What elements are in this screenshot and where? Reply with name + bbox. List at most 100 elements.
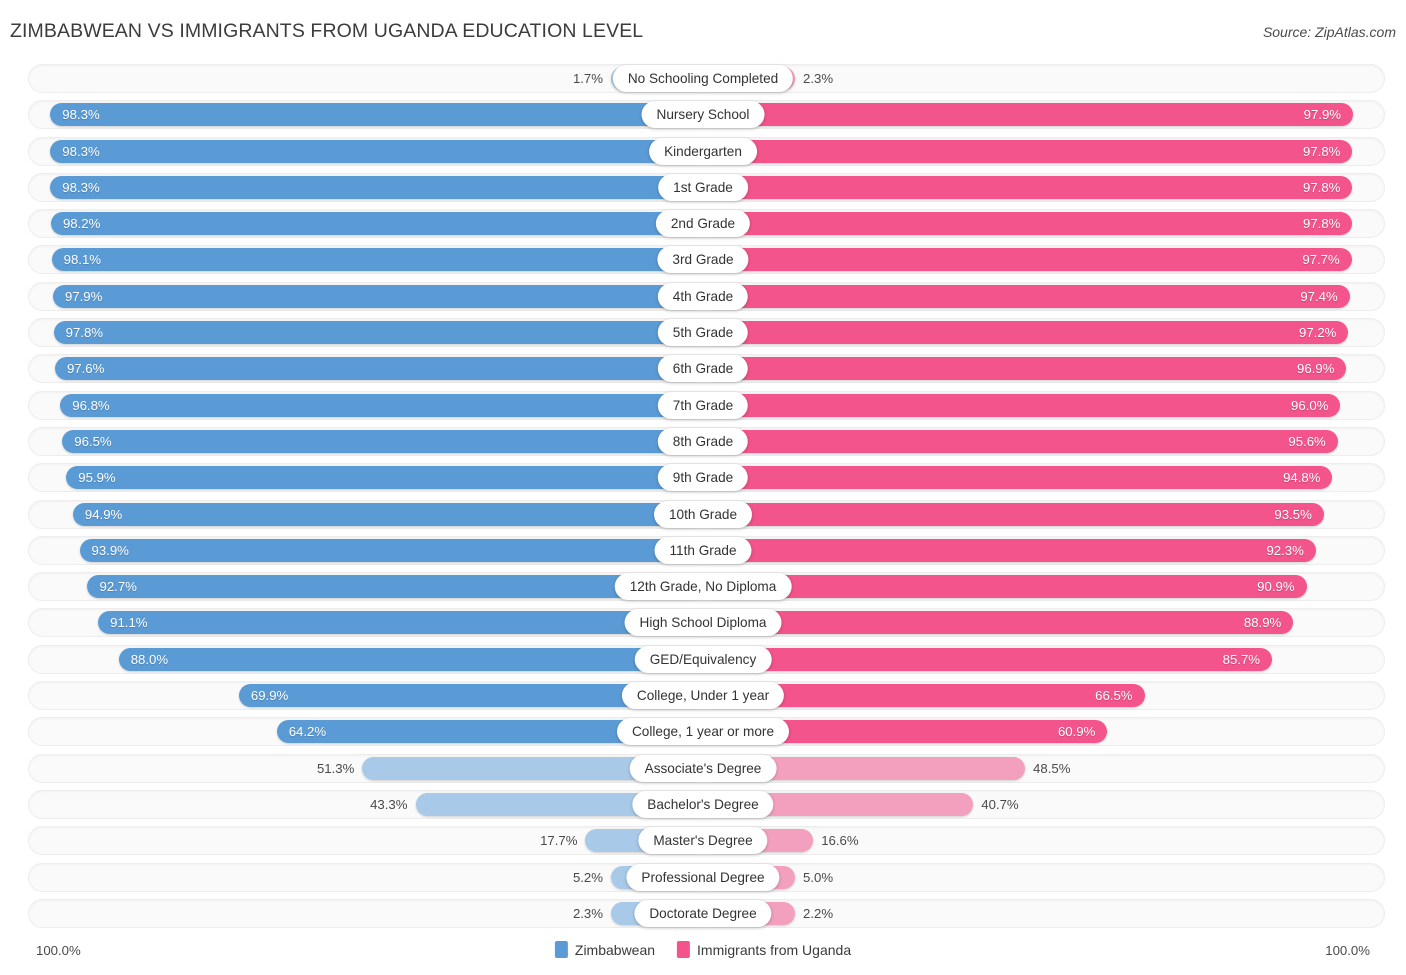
category-label: Doctorate Degree [634,899,772,927]
bar-value-right: 2.2% [803,905,834,921]
category-label: Kindergarten [649,137,757,165]
category-label: 11th Grade [654,536,752,564]
bar-zimbabwean: 97.6% [54,357,703,381]
bar-value-left: 1.7% [572,71,603,86]
bar-value-right: 92.3% [1266,542,1304,558]
bar-value-left: 93.9% [91,542,129,558]
chart-row: 1.7% 2.3% No Schooling Completed [0,62,1406,95]
bar-value-left: 94.9% [84,506,123,522]
bar-value-left: 97.9% [64,288,103,304]
chart-row: 98.3% 97.9% Nursery School [0,98,1406,131]
category-label: Bachelor's Degree [632,790,774,818]
bar-value-left: 64.2% [288,724,327,740]
bar-value-left: 51.3% [316,760,355,776]
bar-value-left: 92.7% [99,579,137,595]
bar-immigrants-from-uganda: 97.8% [703,212,1353,236]
bar-zimbabwean: 98.1% [51,248,703,272]
axis-label-left: 100.0% [36,943,81,958]
bar-immigrants-from-uganda: 88.9% [703,611,1294,635]
category-label: GED/Equivalency [634,645,772,673]
bar-value-left: 17.7% [540,833,578,849]
bar-value-left: 88.0% [130,651,169,667]
bar-zimbabwean: 97.9% [52,284,703,308]
category-label: 3rd Grade [657,246,749,274]
category-label: Master's Degree [638,827,768,855]
bar-value-left: 97.8% [65,325,104,341]
category-label: 8th Grade [657,427,749,455]
bar-immigrants-from-uganda: 97.9% [703,103,1354,127]
chart-row: 88.0% 85.7% GED/Equivalency [0,643,1406,676]
category-label: 10th Grade [653,500,753,528]
bar-value-right: 96.0% [1291,397,1329,413]
chart-row: 97.6% 96.9% 6th Grade [0,352,1406,385]
category-label: No Schooling Completed [612,65,794,92]
bar-immigrants-from-uganda: 96.0% [703,393,1341,417]
chart-row: 17.7% 16.6% Master's Degree [0,824,1406,857]
diverging-bar-chart: 1.7% 2.3% No Schooling Completed 98.3% 97.9%… [0,62,1406,938]
category-label: 9th Grade [657,464,749,492]
bar-value-right: 40.7% [981,796,1019,812]
bar-value-right: 60.9% [1057,724,1096,740]
chart-row: 98.3% 97.8% 1st Grade [0,171,1406,204]
bar-value-left: 2.3% [572,905,603,921]
bar-zimbabwean: 96.5% [62,429,703,453]
bar-zimbabwean: 93.9% [79,538,703,562]
category-label: 12th Grade, No Diploma [614,573,792,601]
chart-row: 98.3% 97.8% Kindergarten [0,135,1406,168]
category-label: 4th Grade [657,282,749,310]
bar-value-right: 48.5% [1033,760,1071,776]
chart-row: 94.9% 93.5% 10th Grade [0,498,1406,531]
bar-zimbabwean: 94.9% [72,502,703,526]
category-label: College, Under 1 year [621,682,785,710]
chart-row: 5.2% 5.0% Professional Degree [0,861,1406,894]
chart-header: ZIMBABWEAN VS IMMIGRANTS FROM UGANDA EDU… [0,0,1406,58]
chart-row: 98.1% 97.7% 3rd Grade [0,243,1406,276]
bar-value-left: 97.6% [66,361,105,377]
bar-value-right: 90.9% [1257,579,1295,595]
legend-item[interactable]: Zimbabwean [554,941,655,958]
bar-value-right: 88.9% [1243,615,1282,631]
bar-value-right: 2.3% [803,71,834,86]
bar-value-right: 97.8% [1302,143,1341,159]
bar-immigrants-from-uganda: 97.4% [703,284,1350,308]
bar-value-right: 97.8% [1302,216,1341,232]
bar-value-right: 16.6% [821,833,859,849]
chart-row: 2.3% 2.2% Doctorate Degree [0,897,1406,930]
category-label: 7th Grade [657,391,749,419]
chart-row: 92.7% 90.9% 12th Grade, No Diploma [0,570,1406,603]
bar-zimbabwean: 98.3% [50,175,703,199]
category-label: 1st Grade [658,173,748,201]
bar-zimbabwean: 98.2% [50,212,703,236]
legend-item[interactable]: Immigrants from Uganda [677,941,851,958]
bar-immigrants-from-uganda: 85.7% [703,647,1273,671]
category-label: 5th Grade [657,319,749,347]
chart-row: 43.3% 40.7% Bachelor's Degree [0,788,1406,821]
chart-row: 95.9% 94.8% 9th Grade [0,461,1406,494]
category-label: 6th Grade [657,355,749,383]
bar-value-right: 96.9% [1297,361,1335,377]
bar-immigrants-from-uganda: 96.9% [703,357,1347,381]
bar-value-right: 85.7% [1222,651,1261,667]
bar-value-right: 97.7% [1302,252,1340,268]
category-label: 2nd Grade [655,210,751,238]
chart-page: ZIMBABWEAN VS IMMIGRANTS FROM UGANDA EDU… [0,0,1406,975]
legend-label: Immigrants from Uganda [697,941,852,958]
category-label: College, 1 year or more [616,718,790,746]
chart-legend: Zimbabwean Immigrants from Uganda [554,941,851,958]
chart-row: 96.8% 96.0% 7th Grade [0,389,1406,422]
bar-zimbabwean: 95.9% [66,466,703,490]
chart-row: 96.5% 95.6% 8th Grade [0,425,1406,458]
bar-zimbabwean: 98.3% [50,139,703,163]
chart-row: 64.2% 60.9% College, 1 year or more [0,715,1406,748]
bar-value-left: 5.2% [572,869,603,885]
chart-row: 91.1% 88.9% High School Diploma [0,606,1406,639]
category-label: Nursery School [641,101,765,129]
bar-immigrants-from-uganda: 97.2% [703,321,1349,345]
bar-value-left: 98.3% [62,179,100,195]
bar-value-left: 98.1% [63,252,102,268]
bar-value-right: 97.8% [1302,179,1341,195]
legend-swatch-icon [677,941,691,958]
bar-value-right: 95.6% [1288,433,1326,449]
chart-row: 97.9% 97.4% 4th Grade [0,280,1406,313]
bar-value-left: 98.3% [62,143,100,159]
